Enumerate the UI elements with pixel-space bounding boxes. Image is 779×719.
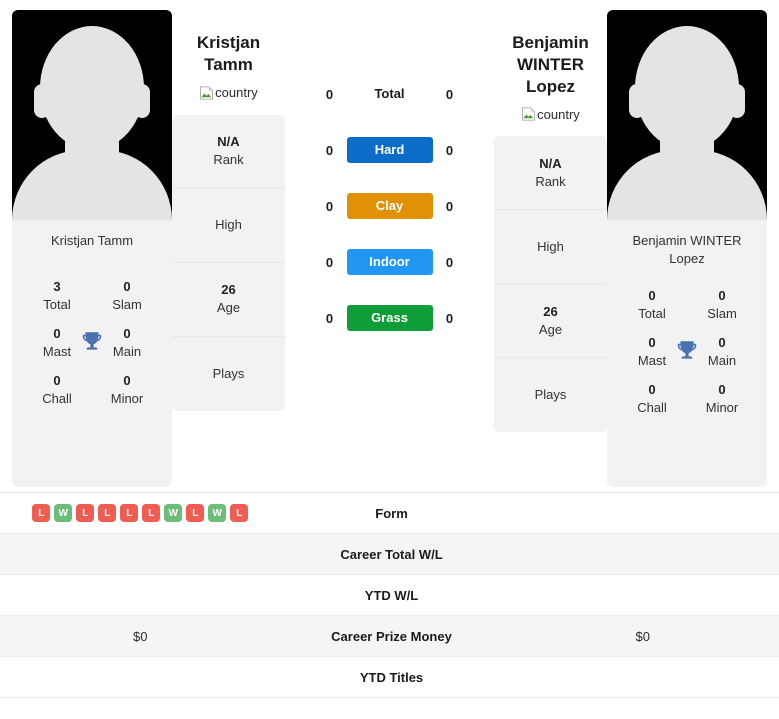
trophy-icon bbox=[677, 341, 697, 359]
table-row-ytd-titles: YTD Titles bbox=[0, 657, 779, 698]
surface-grass-left-value: 0 bbox=[325, 310, 334, 326]
surface-breakdown: 0 Total 0 0 Hard 0 0 Clay 0 0 Indoor 0 0 bbox=[285, 10, 494, 346]
right-player-info-column: Benjamin WINTER Lopez country N/A Rank H… bbox=[494, 10, 607, 433]
form-badge-win: W bbox=[54, 504, 73, 522]
left-info-age: 26 Age bbox=[172, 263, 285, 337]
surface-hard-left-value: 0 bbox=[325, 142, 334, 158]
left-title-minor: 0 Minor bbox=[110, 373, 144, 406]
surface-total-badge: Total bbox=[374, 86, 405, 101]
surface-total-right-value: 0 bbox=[445, 86, 454, 102]
right-player-name: Benjamin WINTER Lopez bbox=[494, 32, 607, 97]
left-player-name-line2: Tamm bbox=[204, 54, 253, 74]
table-label-ytd-wl: YTD W/L bbox=[364, 587, 419, 603]
career-prize-money-right-cell: $0 bbox=[635, 628, 650, 644]
left-country-alt-text: country bbox=[215, 85, 258, 100]
right-info-box: N/A Rank High 26 Age Plays bbox=[494, 136, 607, 433]
surface-clay-left-value: 0 bbox=[325, 198, 334, 214]
right-info-high: High bbox=[494, 210, 607, 285]
left-title-slam: 0 Slam bbox=[112, 279, 142, 312]
form-badge-loss: L bbox=[230, 504, 249, 522]
right-info-age: 26 Age bbox=[494, 284, 607, 359]
left-photo-caption: Kristjan Tamm bbox=[50, 233, 134, 248]
form-badge-win: W bbox=[208, 504, 227, 522]
table-label-form: Form bbox=[375, 505, 408, 521]
left-info-plays: Plays bbox=[212, 365, 245, 381]
right-player-photo bbox=[607, 10, 767, 220]
table-label-ytd-titles: YTD Titles bbox=[359, 669, 424, 685]
comparison-top-section: Kristjan Tamm 3 Total 0 Slam 0 Mast 0 Ma… bbox=[0, 0, 779, 492]
surface-total-left-value: 0 bbox=[325, 86, 334, 102]
left-player-name: Kristjan Tamm bbox=[197, 32, 260, 76]
left-titles-grid: 3 Total 0 Slam 0 Mast 0 Main 0 Chall 0 M… bbox=[12, 266, 172, 487]
right-player-name-line2: WINTER Lopez bbox=[516, 54, 585, 96]
player-comparison-page: Kristjan Tamm 3 Total 0 Slam 0 Mast 0 Ma… bbox=[0, 0, 779, 719]
left-player-card: Kristjan Tamm 3 Total 0 Slam 0 Mast 0 Ma… bbox=[12, 10, 172, 487]
avatar-ear-right-icon bbox=[134, 84, 150, 118]
right-info-rank: N/A Rank bbox=[494, 136, 607, 211]
right-title-chall: 0 Chall bbox=[637, 382, 667, 415]
right-title-slam: 0 Slam bbox=[707, 288, 737, 321]
surface-row-total: 0 Total 0 bbox=[285, 66, 494, 122]
surface-row-hard: 0 Hard 0 bbox=[285, 122, 494, 178]
surface-row-grass: 0 Grass 0 bbox=[285, 290, 494, 346]
table-label-career-prize-money: Career Prize Money bbox=[331, 628, 452, 644]
right-photo-caption-line1: Benjamin WINTER bbox=[632, 233, 742, 248]
left-info-rank: N/A Rank bbox=[172, 115, 285, 189]
right-title-total: 0 Total bbox=[638, 288, 666, 321]
trophy-icon bbox=[82, 332, 102, 350]
surface-indoor-left-value: 0 bbox=[325, 254, 334, 270]
form-badge-list: LWLLLLWLWL bbox=[32, 504, 249, 522]
form-left-cell: LWLLLLWLWL bbox=[0, 504, 277, 522]
broken-image-icon bbox=[200, 86, 214, 99]
form-badge-win: W bbox=[164, 504, 183, 522]
right-player-name-line1: Benjamin bbox=[512, 33, 589, 52]
table-row-form: LWLLLLWLWL Form bbox=[0, 493, 779, 534]
left-player-photo bbox=[12, 10, 172, 220]
right-country-flag: country bbox=[521, 106, 580, 122]
form-badge-loss: L bbox=[186, 504, 205, 522]
left-title-chall: 0 Chall bbox=[42, 373, 72, 406]
table-row-ytd-wl: YTD W/L bbox=[0, 575, 779, 616]
left-title-total: 3 Total bbox=[43, 279, 71, 312]
surface-grass-badge: Grass bbox=[346, 305, 433, 331]
right-photo-caption: Benjamin WINTER Lopez bbox=[607, 220, 767, 275]
right-titles-grid: 0 Total 0 Slam 0 Mast 0 Main 0 Chall 0 M… bbox=[607, 275, 767, 487]
broken-image-icon bbox=[522, 107, 536, 121]
avatar-body-icon bbox=[607, 150, 767, 220]
right-country-alt-text: country bbox=[537, 106, 580, 122]
avatar-ear-left-icon bbox=[629, 84, 645, 118]
right-photo-caption-line2: Lopez bbox=[669, 250, 705, 266]
left-player-name-line1: Kristjan bbox=[196, 33, 261, 52]
avatar-body-icon bbox=[12, 150, 172, 220]
surface-row-clay: 0 Clay 0 bbox=[285, 178, 494, 234]
surface-indoor-right-value: 0 bbox=[445, 254, 454, 270]
left-info-high: High bbox=[172, 189, 285, 263]
surface-row-indoor: 0 Indoor 0 bbox=[285, 234, 494, 290]
left-info-box: N/A Rank High 26 Age Plays bbox=[172, 114, 285, 411]
left-player-info-column: Kristjan Tamm country N/A Rank High 26 A… bbox=[172, 10, 285, 411]
career-prize-money-left-cell: $0 bbox=[133, 628, 148, 644]
avatar-ear-left-icon bbox=[34, 84, 50, 118]
form-badge-loss: L bbox=[142, 504, 161, 522]
table-label-career-total-wl: Career Total W/L bbox=[340, 546, 443, 562]
form-badge-loss: L bbox=[76, 504, 95, 522]
form-badge-loss: L bbox=[32, 504, 51, 522]
table-row-career-prize-money: $0 Career Prize Money $0 bbox=[0, 616, 779, 657]
right-title-minor: 0 Minor bbox=[705, 382, 739, 415]
surface-hard-right-value: 0 bbox=[445, 142, 454, 158]
left-country-flag: country bbox=[199, 85, 258, 101]
form-badge-loss: L bbox=[120, 504, 139, 522]
surface-indoor-badge: Indoor bbox=[346, 249, 433, 275]
comparison-table: LWLLLLWLWL Form Career Total W/L YTD W/L… bbox=[0, 492, 779, 698]
form-badge-loss: L bbox=[98, 504, 117, 522]
surface-clay-right-value: 0 bbox=[445, 198, 454, 214]
right-player-card: Benjamin WINTER Lopez 0 Total 0 Slam 0 M… bbox=[607, 10, 767, 487]
table-row-career-total-wl: Career Total W/L bbox=[0, 534, 779, 575]
surface-clay-badge: Clay bbox=[346, 193, 433, 219]
surface-hard-badge: Hard bbox=[346, 137, 433, 163]
surface-grass-right-value: 0 bbox=[445, 310, 454, 326]
right-info-plays: Plays bbox=[534, 387, 567, 403]
avatar-ear-right-icon bbox=[729, 84, 745, 118]
